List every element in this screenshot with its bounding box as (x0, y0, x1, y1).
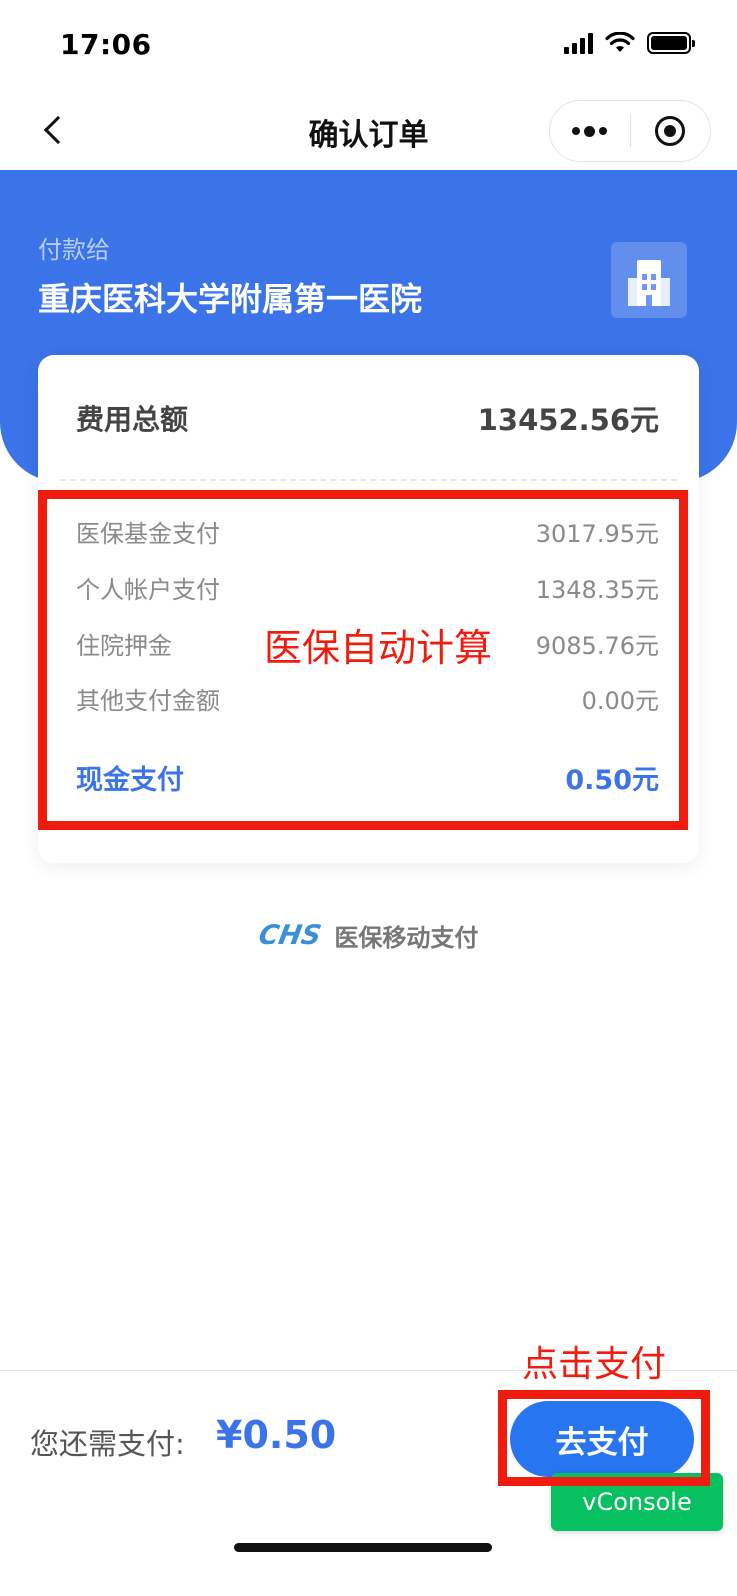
annotation-box-pay-button (498, 1390, 710, 1486)
status-bar: 17:06 (0, 0, 737, 92)
dashed-divider (60, 479, 677, 481)
target-circle-icon (655, 116, 686, 146)
vconsole-label: vConsole (582, 1488, 692, 1516)
amount-due-label: 您还需支付: (30, 1427, 185, 1461)
wifi-icon (605, 32, 635, 52)
close-miniprogram-button[interactable] (631, 101, 711, 161)
miniprogram-capsule (549, 100, 711, 162)
more-button[interactable] (550, 101, 630, 161)
more-dots-icon (572, 127, 581, 135)
total-fee-row: 费用总额 13452.56元 (38, 355, 699, 480)
chs-logo-icon: CHS (255, 920, 324, 951)
total-fee-value: 13452.56元 (477, 402, 659, 437)
status-icons (564, 32, 695, 54)
total-fee-label: 费用总额 (76, 402, 189, 436)
status-time: 17:06 (60, 28, 152, 61)
chs-text: 医保移动支付 (334, 924, 479, 952)
amount-due-value: ¥0.50 (216, 1413, 337, 1457)
hospital-building-icon (611, 242, 687, 318)
annotation-auto-calc-text: 医保自动计算 (264, 626, 493, 670)
cellular-signal-icon (564, 32, 593, 54)
pay-to-label: 付款给 (38, 236, 110, 264)
chs-branding: CHS 医保移动支付 (0, 918, 737, 953)
annotation-click-pay-text: 点击支付 (522, 1344, 667, 1385)
battery-icon (647, 32, 695, 54)
home-indicator[interactable] (234, 1543, 492, 1552)
hospital-name: 重庆医科大学附属第一医院 (38, 280, 423, 318)
nav-bar: 确认订单 (0, 92, 737, 170)
